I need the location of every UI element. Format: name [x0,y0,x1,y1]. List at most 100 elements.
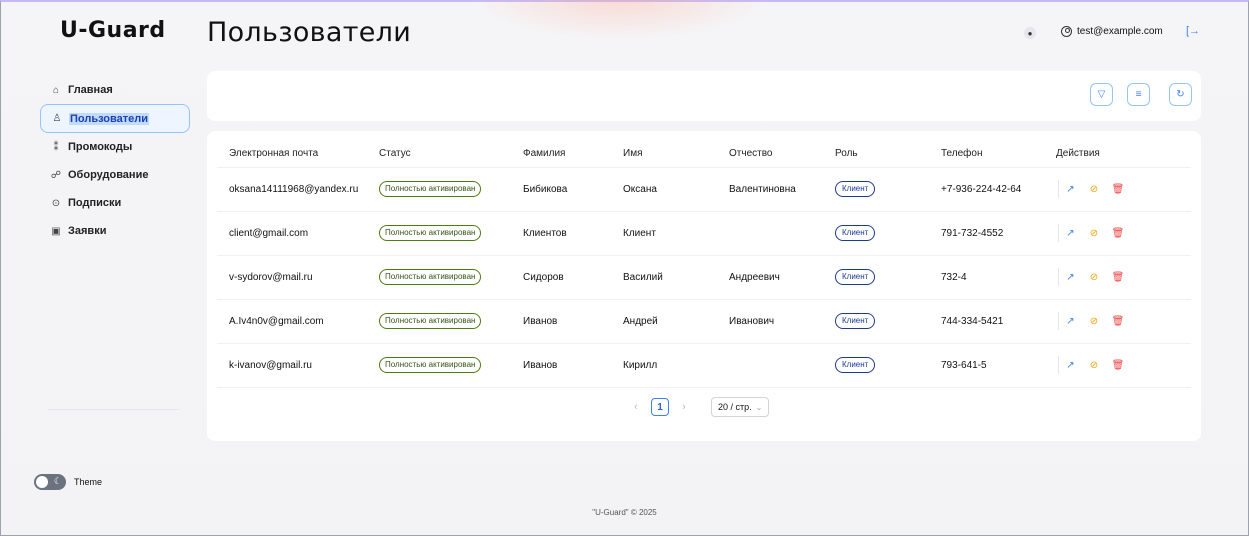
column-header[interactable]: Отчество [717,141,823,168]
footer-copyright: "U-Guard" © 2025 [592,508,657,517]
refresh-button[interactable]: ↻ [1169,83,1192,106]
sidebar-item-label: Промокоды [68,141,133,153]
filter-button[interactable]: ▽ [1090,83,1113,106]
sidebar-item-requests[interactable]: ▣ Заявки [40,217,190,245]
cell-last-name: Бибикова [511,167,611,212]
column-header[interactable]: Роль [823,141,929,168]
column-header[interactable]: Статус [367,141,511,168]
toggle-knob [36,476,48,488]
role-badge: Клиент [835,357,876,373]
role-badge: Клиент [835,269,876,285]
trash-icon[interactable]: 🗑 [1106,180,1130,198]
home-icon: ⌂ [52,84,60,96]
status-badge: Полностью активирован [379,181,482,197]
cell-first-name: Андрей [611,299,717,344]
role-badge: Клиент [835,225,876,241]
column-header[interactable]: Имя [611,141,717,168]
open-link-icon[interactable]: ↗ [1058,268,1082,286]
cell-first-name: Кирилл [611,343,717,388]
cell-middle-name: Иванович [717,299,823,344]
cell-phone: +7-936-224-42-64 [929,167,1044,212]
role-badge: Клиент [835,313,876,329]
sidebar-item-equipment[interactable]: ☍ Оборудование [40,161,190,189]
pagination: ‹ 1 › 20 / стр. ⌄ [630,397,770,417]
table-row[interactable]: v-sydorov@mail.ru Полностью активирован … [217,255,1191,300]
block-icon[interactable]: ⊘ [1082,268,1106,286]
page-number[interactable]: 1 [651,398,669,416]
cell-first-name: Василий [611,255,717,300]
status-badge: Полностью активирован [379,225,482,241]
block-icon[interactable]: ⊘ [1082,312,1106,330]
sort-button[interactable]: ≡ [1127,83,1150,106]
cell-email: oksana14111968@yandex.ru [217,167,367,212]
row-actions: ↗ ⊘ 🗑 [1058,224,1191,242]
trash-icon[interactable]: 🗑 [1106,224,1130,242]
column-header: Действия [1044,141,1191,168]
cell-email: client@gmail.com [217,211,367,256]
cell-last-name: Иванов [511,343,611,388]
chevron-down-icon: ⌄ [755,402,763,412]
cell-email: v-sydorov@mail.ru [217,255,367,300]
users-table-card: Электронная почта Статус Фамилия Имя Отч… [207,131,1201,441]
users-table: Электронная почта Статус Фамилия Имя Отч… [217,141,1191,388]
row-actions: ↗ ⊘ 🗑 [1058,268,1191,286]
refresh-icon: ↻ [1176,89,1185,100]
open-link-icon[interactable]: ↗ [1058,224,1082,242]
sidebar-item-users[interactable]: ♙ Пользователи [40,104,190,133]
block-icon[interactable]: ⊘ [1082,356,1106,374]
sidebar-divider [48,409,180,410]
open-link-icon[interactable]: ↗ [1058,180,1082,198]
cell-phone: 793-641-5 [929,343,1044,388]
open-link-icon[interactable]: ↗ [1058,312,1082,330]
row-actions: ↗ ⊘ 🗑 [1058,312,1191,330]
status-badge: Полностью активирован [379,313,482,329]
trash-icon[interactable]: 🗑 [1106,268,1130,286]
cell-phone: 732-4 [929,255,1044,300]
page-size-select[interactable]: 20 / стр. ⌄ [711,397,770,417]
column-header[interactable]: Фамилия [511,141,611,168]
app-logo[interactable]: U-Guard [60,18,166,43]
trash-icon[interactable]: 🗑 [1106,312,1130,330]
sidebar-item-subscriptions[interactable]: ⊙ Подписки [40,189,190,217]
theme-label: Theme [74,477,103,487]
theme-toggle[interactable]: ☾ [34,474,66,490]
column-header[interactable]: Электронная почта [217,141,367,168]
table-row[interactable]: A.Iv4n0v@gmail.com Полностью активирован… [217,299,1191,344]
sidebar-item-promo[interactable]: ⁑ Промокоды [40,133,190,161]
page-title: Пользователи [207,17,412,48]
sidebar-item-label: Подписки [68,197,122,209]
status-badge: Полностью активирован [379,357,482,373]
row-actions: ↗ ⊘ 🗑 [1058,180,1191,198]
table-toolbar: ▽ ≡ ↻ [207,71,1201,121]
open-link-icon[interactable]: ↗ [1058,356,1082,374]
cell-last-name: Сидоров [511,255,611,300]
table-row[interactable]: oksana14111968@yandex.ru Полностью актив… [217,167,1191,212]
subscription-icon: ⊙ [51,197,61,209]
cell-first-name: Оксана [611,167,717,212]
cell-middle-name: Валентиновна [717,167,823,212]
requests-icon: ▣ [51,225,61,237]
cell-email: A.Iv4n0v@gmail.com [217,299,367,344]
next-page-icon[interactable]: › [678,401,690,413]
status-badge: Полностью активирован [379,269,482,285]
trash-icon[interactable]: 🗑 [1106,356,1130,374]
prev-page-icon[interactable]: ‹ [630,401,642,413]
bell-icon[interactable]: ● [1024,27,1036,39]
moon-icon: ☾ [53,476,62,486]
table-row[interactable]: k-ivanov@gmail.ru Полностью активирован … [217,343,1191,388]
block-icon[interactable]: ⊘ [1082,180,1106,198]
cell-middle-name [717,211,823,256]
table-row[interactable]: client@gmail.com Полностью активирован К… [217,211,1191,256]
table-header-row: Электронная почта Статус Фамилия Имя Отч… [217,141,1191,168]
cell-email: k-ivanov@gmail.ru [217,343,367,388]
logout-icon[interactable]: [→ [1186,25,1200,37]
sidebar-item-home[interactable]: ⌂ Главная [40,76,190,104]
column-header[interactable]: Телефон [929,141,1044,168]
block-icon[interactable]: ⊘ [1082,224,1106,242]
equipment-icon: ☍ [50,169,62,181]
cell-last-name: Иванов [511,299,611,344]
user-menu[interactable]: test@example.com [1061,26,1163,37]
promo-icon: ⁑ [53,141,59,153]
theme-switcher: ☾ Theme [34,474,102,490]
users-icon: ♙ [52,113,62,124]
